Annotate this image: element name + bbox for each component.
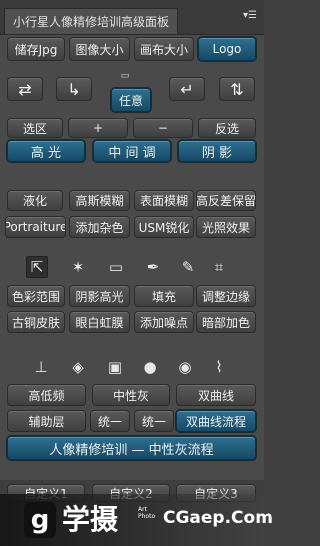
shadows-button[interactable]: 阴 影: [178, 140, 256, 162]
bandage-icon[interactable]: ◈: [67, 356, 89, 378]
watermark-text: 学摄: [62, 503, 119, 536]
eyedropper-icon[interactable]: ✎: [177, 256, 199, 278]
image-size-button[interactable]: 图像大小: [69, 37, 130, 61]
turn-right-arrow-icon[interactable]: ↳: [56, 77, 92, 101]
return-arrow-icon[interactable]: ↵: [169, 77, 205, 101]
bronze-skin-button[interactable]: 古铜皮肤: [7, 311, 65, 333]
ruler-icon: ▭: [120, 71, 130, 81]
lasso-icon[interactable]: ⌇: [208, 356, 230, 378]
inverse-selection-button[interactable]: 反选: [198, 118, 256, 138]
swap-arrows-icon[interactable]: ⇄: [7, 77, 43, 101]
portraiture-button[interactable]: Portraiture: [5, 216, 66, 238]
zoom-icon[interactable]: ●: [139, 356, 161, 378]
highlights-button[interactable]: 高 光: [7, 140, 85, 162]
add-noise-points-button[interactable]: 添加噪点: [134, 311, 194, 333]
eye-icon[interactable]: ◉: [174, 356, 196, 378]
surface-blur-button[interactable]: 表面模糊: [134, 190, 194, 211]
refine-edge-button[interactable]: 调整边缘: [196, 285, 256, 307]
color-range-button[interactable]: 色彩范围: [7, 285, 65, 307]
panel-title-tab[interactable]: 小行星人像精修培训高级面板: [4, 8, 179, 34]
pen-tool-icon[interactable]: ✒: [142, 256, 164, 278]
neutral-gray-button[interactable]: 中性灰: [92, 384, 170, 406]
high-pass-button[interactable]: 高反差保留: [196, 190, 256, 211]
gaussian-blur-button[interactable]: 高斯模糊: [69, 190, 130, 211]
subtract-selection-button[interactable]: −: [133, 118, 193, 138]
helper-layer-button[interactable]: 辅助层: [7, 410, 86, 432]
chip-icon[interactable]: ▣: [104, 356, 126, 378]
magic-wand-icon[interactable]: ✶: [67, 256, 89, 278]
add-noise-button[interactable]: 添加杂色: [69, 216, 130, 238]
unify-button-1[interactable]: 统一: [90, 410, 130, 432]
canvas-size-button[interactable]: 画布大小: [134, 37, 194, 61]
save-jpg-button[interactable]: 储存Jpg: [7, 37, 65, 61]
lighting-effects-button[interactable]: 光照效果: [196, 216, 256, 238]
fill-button[interactable]: 填充: [134, 285, 194, 307]
gradient-icon[interactable]: ▭: [105, 256, 127, 278]
add-selection-button[interactable]: +: [68, 118, 128, 138]
stamp-icon[interactable]: ⊥: [30, 356, 52, 378]
vertical-swap-icon[interactable]: ⇅: [219, 77, 255, 101]
dual-curve-workflow-button[interactable]: 双曲线流程: [176, 410, 256, 432]
frequency-separation-button[interactable]: 高低频: [7, 384, 86, 406]
neutral-gray-workflow-button[interactable]: 人像精修培训 — 中性灰流程: [7, 436, 256, 460]
dual-curve-button[interactable]: 双曲线: [176, 384, 256, 406]
watermark-url: CGaep.Com: [163, 508, 273, 528]
midtones-button[interactable]: 中 间 调: [93, 140, 171, 162]
panel-menu-icon[interactable]: ▾☰: [242, 10, 258, 22]
usm-sharpen-button[interactable]: USM锐化: [134, 216, 194, 238]
logo-button[interactable]: Logo: [198, 37, 256, 61]
selection-button[interactable]: 选区: [7, 118, 63, 138]
watermark-logo: g: [24, 502, 56, 538]
dark-area-color-button[interactable]: 暗部加色: [196, 311, 256, 333]
unify-button-2[interactable]: 统一: [134, 410, 174, 432]
move-tool-icon[interactable]: ⇱: [26, 256, 48, 278]
watermark-small-text: Art Photo: [138, 506, 156, 520]
eye-white-iris-button[interactable]: 眼白虹膜: [69, 311, 130, 333]
crop-icon[interactable]: ⌗: [208, 256, 230, 278]
liquify-button[interactable]: 液化: [7, 190, 63, 211]
shadow-highlight-button[interactable]: 阴影高光: [69, 285, 130, 307]
any-button[interactable]: 任意: [111, 88, 151, 112]
